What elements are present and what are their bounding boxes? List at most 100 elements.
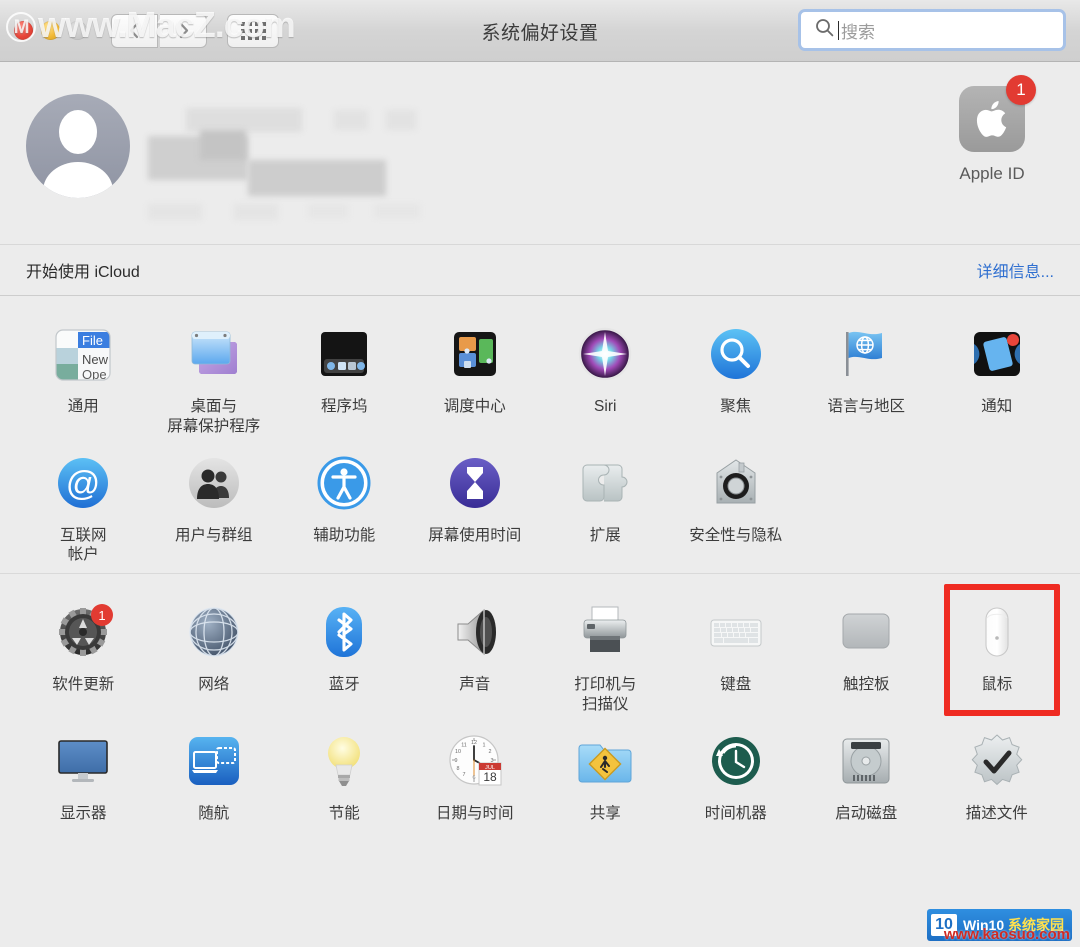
pref-item-energy-saver[interactable]: 节能 bbox=[279, 721, 410, 824]
svg-text:8: 8 bbox=[456, 766, 459, 772]
svg-text:9: 9 bbox=[454, 758, 457, 764]
pref-item-network[interactable]: 网络 bbox=[149, 592, 280, 715]
chevron-left-icon bbox=[129, 22, 139, 39]
minimize-button[interactable] bbox=[41, 21, 60, 40]
zoom-button[interactable] bbox=[68, 21, 87, 40]
pref-item-accessibility[interactable]: 辅助功能 bbox=[279, 443, 410, 566]
pref-item-printers-scanners[interactable]: 打印机与 扫描仪 bbox=[540, 592, 671, 715]
pref-label: 安全性与隐私 bbox=[689, 526, 783, 544]
time-machine-icon bbox=[703, 729, 769, 795]
pref-item-mission-control[interactable]: 调度中心 bbox=[410, 314, 541, 437]
pref-item-users-groups[interactable]: 用户与群组 bbox=[149, 443, 280, 566]
pref-item-software-update[interactable]: 1 软件更新 bbox=[18, 592, 149, 715]
general-icon: File New Ope bbox=[50, 322, 116, 388]
trackpad-icon bbox=[833, 600, 899, 666]
svg-text:12: 12 bbox=[471, 740, 477, 746]
search-field[interactable]: 搜索 bbox=[798, 9, 1066, 51]
pref-item-siri[interactable]: Siri bbox=[540, 314, 671, 437]
show-all-button[interactable] bbox=[227, 13, 279, 48]
pref-item-sidecar[interactable]: 随航 bbox=[149, 721, 280, 824]
svg-text:10: 10 bbox=[455, 749, 461, 755]
avatar-body bbox=[43, 162, 113, 198]
mission-control-icon bbox=[442, 322, 508, 388]
traffic-light-group bbox=[14, 21, 87, 40]
desktop-screensaver-icon bbox=[181, 322, 247, 388]
pref-item-extensions[interactable]: 扩展 bbox=[540, 443, 671, 566]
pref-item-screen-time[interactable]: 屏幕使用时间 bbox=[410, 443, 541, 566]
svg-text:1: 1 bbox=[482, 742, 485, 748]
icloud-details-link[interactable]: 详细信息... bbox=[977, 258, 1054, 282]
network-icon bbox=[181, 600, 247, 666]
pref-label: 随航 bbox=[198, 804, 230, 822]
avatar-head bbox=[59, 110, 97, 154]
pref-label: 通知 bbox=[981, 398, 1013, 415]
internet-accounts-icon: @ bbox=[50, 451, 116, 517]
pref-item-keyboard[interactable]: 键盘 bbox=[671, 592, 802, 715]
pref-item-security-privacy[interactable]: 安全性与隐私 bbox=[671, 443, 802, 566]
svg-text:7: 7 bbox=[462, 772, 465, 778]
pref-item-notifications[interactable]: 通知 bbox=[932, 314, 1063, 437]
pref-item-spotlight[interactable]: 聚焦 bbox=[671, 314, 802, 437]
pref-item-mouse[interactable]: 鼠标 bbox=[932, 584, 1063, 716]
pref-item-dock[interactable]: 程序坞 bbox=[279, 314, 410, 437]
svg-text:18: 18 bbox=[483, 770, 497, 784]
pref-label: 日期与时间 bbox=[435, 804, 514, 822]
pref-item-general[interactable]: File New Ope 通用 bbox=[18, 314, 149, 437]
back-button[interactable] bbox=[111, 13, 158, 48]
pref-label: 蓝牙 bbox=[328, 676, 360, 694]
pref-label: 共享 bbox=[589, 804, 621, 822]
pref-label: 调度中心 bbox=[443, 398, 506, 415]
pref-label: Siri bbox=[594, 398, 617, 415]
watermark-bottom-label: Win10 系统家园 bbox=[962, 917, 1064, 933]
pref-label: 键盘 bbox=[720, 676, 752, 694]
pref-item-date-time[interactable]: 1212 345 678 91011 JUL 18 日期 bbox=[410, 721, 541, 824]
icloud-row: 开始使用 iCloud 详细信息... bbox=[0, 244, 1080, 296]
pref-item-displays[interactable]: 显示器 bbox=[18, 721, 149, 824]
pref-label: 声音 bbox=[459, 676, 491, 694]
pref-item-internet-accounts[interactable]: @ 互联网 帐户 bbox=[18, 443, 149, 566]
pref-item-trackpad[interactable]: 触控板 bbox=[801, 592, 932, 715]
apple-id-banner: 1 Apple ID bbox=[0, 62, 1080, 244]
close-button[interactable] bbox=[14, 21, 33, 40]
apple-id-button[interactable]: 1 Apple ID bbox=[932, 75, 1052, 184]
preferences-section-personal: File New Ope 通用 桌面与 屏幕保护程序 程序坞 调度中心 Siri… bbox=[0, 296, 1080, 573]
pref-label: 聚焦 bbox=[720, 398, 752, 415]
notifications-icon bbox=[964, 322, 1030, 388]
forward-button[interactable] bbox=[160, 13, 207, 48]
profiles-icon bbox=[964, 729, 1030, 795]
pref-label: 桌面与 屏幕保护程序 bbox=[167, 398, 261, 435]
spotlight-icon bbox=[703, 322, 769, 388]
svg-text:11: 11 bbox=[461, 742, 467, 748]
displays-icon bbox=[50, 729, 116, 795]
bluetooth-icon bbox=[311, 600, 377, 666]
pref-label: 通用 bbox=[67, 398, 99, 415]
pref-item-desktop-screensaver[interactable]: 桌面与 屏幕保护程序 bbox=[149, 314, 280, 437]
pref-item-sharing[interactable]: 共享 bbox=[540, 721, 671, 824]
accessibility-icon bbox=[311, 451, 377, 517]
pref-item-bluetooth[interactable]: 蓝牙 bbox=[279, 592, 410, 715]
pref-item-time-machine[interactable]: 时间机器 bbox=[671, 721, 802, 824]
apple-id-label: Apple ID bbox=[959, 164, 1025, 183]
chevron-right-icon bbox=[179, 22, 188, 39]
pref-item-profiles[interactable]: 描述文件 bbox=[932, 721, 1063, 824]
navigation-buttons bbox=[111, 13, 279, 48]
svg-text:2: 2 bbox=[488, 749, 491, 755]
pref-label: 软件更新 bbox=[52, 676, 115, 694]
date-time-icon: 1212 345 678 91011 JUL 18 bbox=[442, 729, 508, 795]
pref-label: 显示器 bbox=[59, 804, 107, 822]
svg-text:1: 1 bbox=[99, 608, 106, 623]
svg-text:@: @ bbox=[66, 465, 101, 503]
sharing-icon bbox=[572, 729, 638, 795]
pref-item-sound[interactable]: 声音 bbox=[410, 592, 541, 715]
pref-label: 网络 bbox=[198, 676, 230, 694]
search-icon bbox=[815, 18, 834, 42]
apple-id-badge: 1 bbox=[1006, 75, 1036, 105]
pref-label: 扩展 bbox=[589, 526, 621, 544]
pref-item-startup-disk[interactable]: 启动磁盘 bbox=[801, 721, 932, 824]
mouse-icon bbox=[964, 600, 1030, 666]
security-privacy-icon bbox=[703, 451, 769, 517]
preference-grid-personal: File New Ope 通用 桌面与 屏幕保护程序 程序坞 调度中心 Siri… bbox=[0, 314, 1080, 565]
avatar[interactable] bbox=[26, 94, 130, 198]
pref-item-language-region[interactable]: 语言与地区 bbox=[801, 314, 932, 437]
svg-text:File: File bbox=[82, 333, 103, 348]
